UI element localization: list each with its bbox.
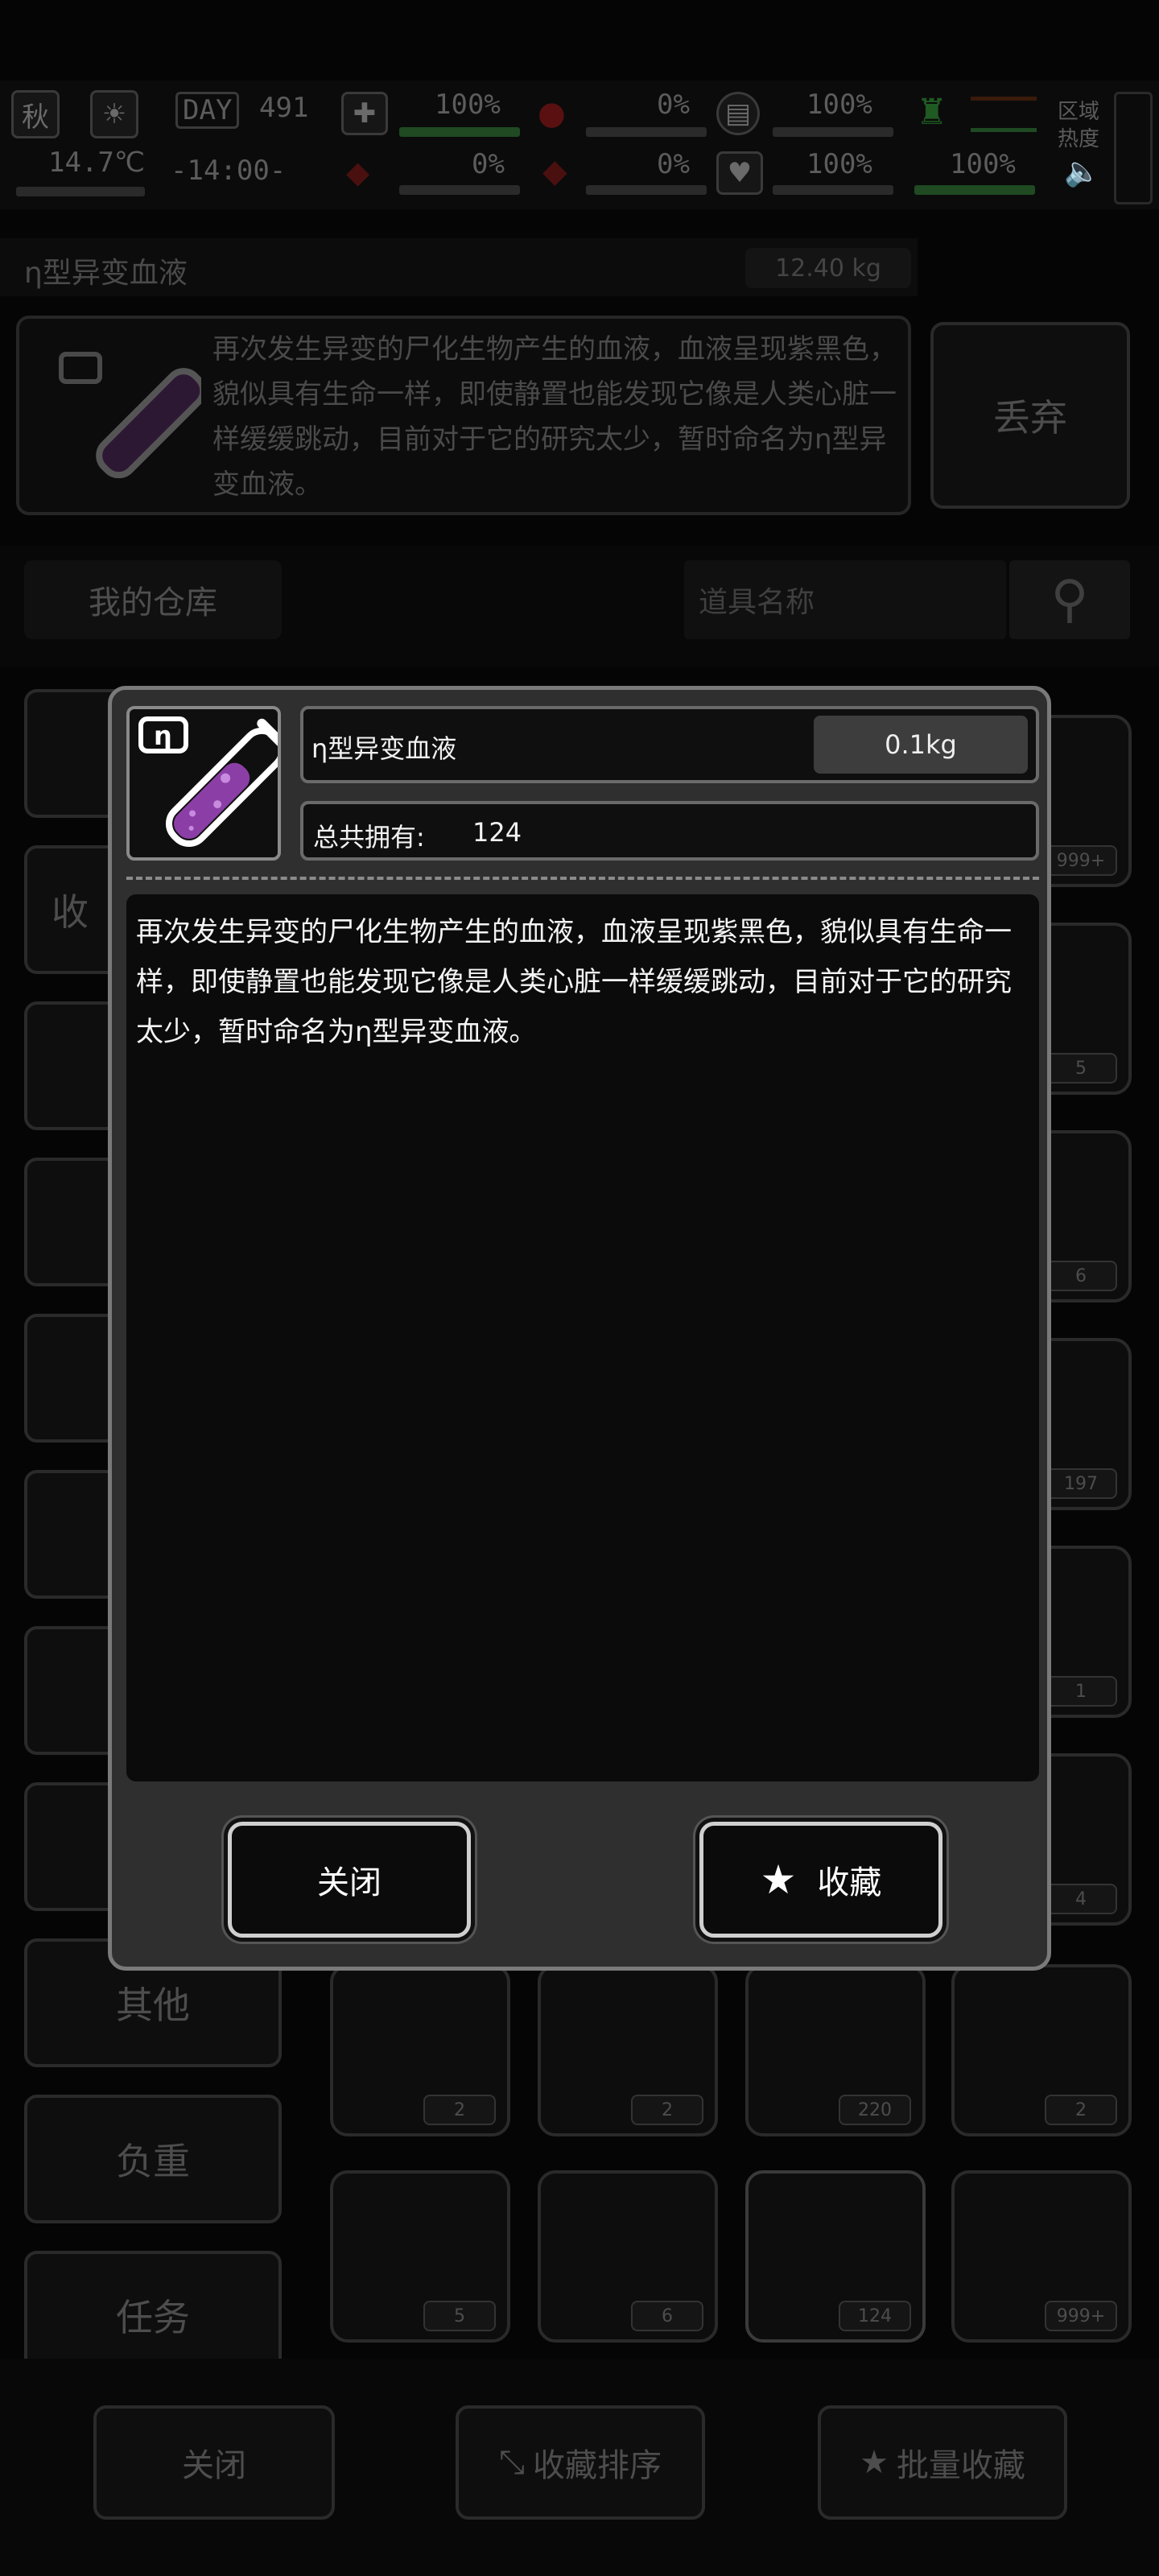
- sun-icon: ☀: [90, 90, 138, 138]
- status-bar: 秋 ☀ 14.7℃ DAY 491 -14:00- ✚ 100% ● 0% ▤ …: [0, 80, 1159, 209]
- owned-count-field: 总共拥有: 124: [300, 801, 1039, 861]
- time-readout: -14:00-: [171, 155, 287, 187]
- slot-count: 2: [631, 2095, 703, 2125]
- day-number: 491: [259, 92, 309, 124]
- side-panel-toggle[interactable]: [1114, 92, 1153, 204]
- mood-icon: ♜: [916, 92, 948, 133]
- grid-slot[interactable]: 2: [951, 1964, 1132, 2136]
- mental-value: 100%: [950, 148, 1016, 180]
- grid-slot[interactable]: 2: [538, 1964, 718, 2136]
- thirst-value: 0%: [657, 148, 690, 180]
- star-icon: ★: [760, 1856, 797, 1903]
- modal-close-button[interactable]: 关闭: [228, 1822, 471, 1938]
- stamina-value: 100%: [806, 89, 872, 121]
- health-bar: [399, 127, 520, 137]
- slot-count: 5: [1045, 1053, 1117, 1084]
- zone-heat-label: 区域热度: [1058, 100, 1100, 151]
- owned-count: 124: [472, 817, 522, 848]
- item-title-bar: η型异变血液 12.40 kg: [0, 238, 918, 296]
- item-description: 再次发生异变的尸化生物产生的血液，血液呈现紫黑色，貌似具有生命一样，即使静置也能…: [212, 333, 897, 501]
- heart-value: 100%: [806, 148, 872, 180]
- temperature-readout: 14.7℃: [48, 147, 146, 179]
- grid-slot[interactable]: 2: [330, 1964, 510, 2136]
- divider: [126, 877, 1039, 880]
- item-icon-frame: η: [126, 706, 295, 861]
- injury-value: 0%: [472, 148, 505, 180]
- hunger-bar: [586, 127, 707, 137]
- medkit-icon: ✚: [341, 92, 388, 135]
- favorite-button[interactable]: ★ 收藏: [699, 1822, 942, 1938]
- batch-favorite-button[interactable]: ★ 批量收藏: [818, 2405, 1067, 2520]
- slot-count: 6: [1045, 1261, 1117, 1291]
- vial-label-letter: η: [154, 720, 172, 751]
- item-description: 再次发生异变的尸化生物产生的血液，血液呈现紫黑色，貌似具有生命一样，即使静置也能…: [126, 894, 1039, 1781]
- slot-count: 999+: [1045, 845, 1117, 876]
- slot-count: 5: [423, 2301, 496, 2331]
- stamina-bar: [773, 127, 893, 137]
- warehouse-tab[interactable]: 我的仓库: [24, 560, 282, 639]
- item-weight: 12.40 kg: [745, 248, 911, 288]
- slot-count: 999+: [1045, 2301, 1117, 2331]
- vial-icon: η: [138, 716, 295, 848]
- hunger-value: 0%: [657, 89, 690, 121]
- search-icon[interactable]: ⚲: [1009, 560, 1130, 639]
- temperature-bar: [16, 187, 145, 196]
- stamina-icon: ▤: [716, 92, 760, 135]
- item-detail-card: 再次发生异变的尸化生物产生的血液，血液呈现紫黑色，貌似具有生命一样，即使静置也能…: [16, 316, 911, 515]
- grid-slot[interactable]: 220: [745, 1964, 926, 2136]
- mental-bar: [914, 185, 1035, 195]
- injury-icon: ◆: [346, 155, 370, 190]
- season-icon: 秋: [11, 90, 60, 138]
- sort-icon: ⤡: [499, 2444, 525, 2481]
- slot-count: 2: [423, 2095, 496, 2125]
- item-weight-badge: 0.1kg: [814, 716, 1028, 774]
- grid-slot[interactable]: 999+: [951, 2170, 1132, 2343]
- owned-label: 总共拥有:: [313, 822, 425, 852]
- injury-bar: [399, 185, 520, 195]
- speaker-icon[interactable]: 🔈: [1064, 155, 1100, 188]
- discard-button[interactable]: 丢弃: [930, 322, 1130, 509]
- slot-count: 124: [839, 2301, 911, 2331]
- heart-bar: [773, 185, 893, 195]
- slot-count: 2: [1045, 2095, 1117, 2125]
- thirst-icon: ◆: [542, 153, 567, 190]
- stomach-icon: ●: [538, 95, 566, 132]
- grid-slot[interactable]: 5: [330, 2170, 510, 2343]
- star-icon: ★: [860, 2444, 889, 2481]
- slot-count: 197: [1045, 1468, 1117, 1499]
- item-name: η型异变血液: [311, 733, 457, 764]
- health-value: 100%: [435, 89, 501, 121]
- grid-slot-selected[interactable]: 124: [745, 2170, 926, 2343]
- slot-count: 4: [1045, 1884, 1117, 1914]
- slot-count: 1: [1045, 1676, 1117, 1707]
- day-label: DAY: [175, 92, 240, 129]
- sort-favorites-button[interactable]: ⤡ 收藏排序: [456, 2405, 705, 2520]
- category-load[interactable]: 负重: [24, 2095, 282, 2223]
- search-input[interactable]: 道具名称: [684, 560, 1006, 639]
- thirst-bar: [586, 185, 707, 195]
- vial-icon: [59, 352, 201, 479]
- slot-count: 6: [631, 2301, 703, 2331]
- item-title: η型异变血液: [24, 257, 188, 290]
- slot-count: 220: [839, 2095, 911, 2125]
- heart-icon: ♥: [716, 151, 763, 195]
- grid-slot[interactable]: 6: [538, 2170, 718, 2343]
- bottom-close-button[interactable]: 关闭: [93, 2405, 335, 2520]
- item-name-field: η型异变血液 0.1kg: [300, 706, 1039, 783]
- item-detail-modal: η η型异变血液 0.1kg 总共拥有: 124 再次发生异变的尸化生物产生的血…: [108, 686, 1051, 1971]
- mood-bar: [971, 97, 1037, 132]
